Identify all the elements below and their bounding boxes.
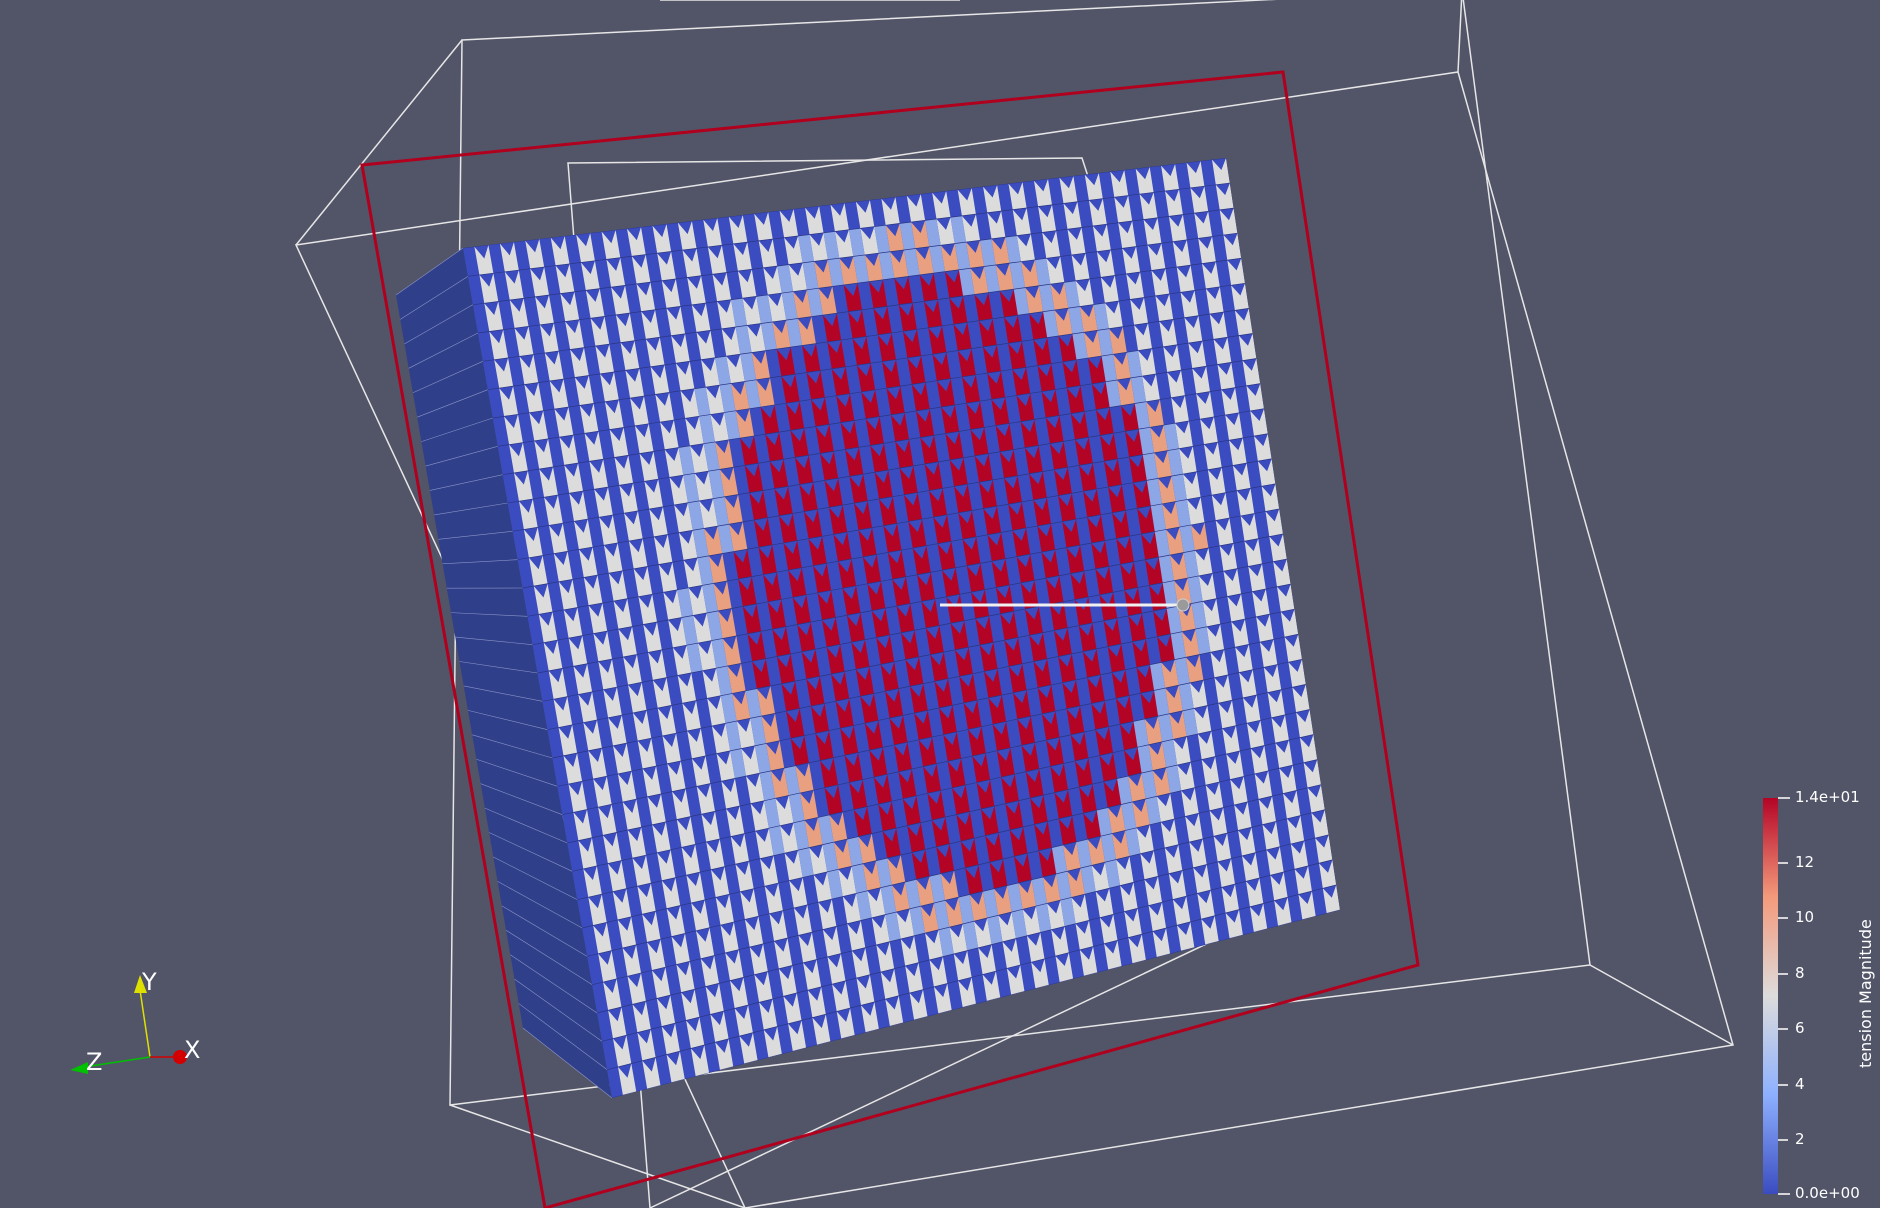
render-viewport[interactable] <box>0 0 1880 1208</box>
colorbar-tick-12: 12 <box>1795 853 1815 871</box>
colorbar-title: tension Magnitude <box>1856 919 1875 1068</box>
colorbar-gradient[interactable] <box>1763 798 1778 1194</box>
colorbar-tick-6: 6 <box>1795 1019 1805 1037</box>
probe-handle[interactable] <box>1176 598 1190 612</box>
z-axis-label: Z <box>86 1048 103 1076</box>
y-axis-label: Y <box>142 968 157 996</box>
colorbar-tick-2: 2 <box>1795 1130 1805 1148</box>
colorbar-tick-10: 10 <box>1795 908 1815 926</box>
colorbar-max-label: 1.4e+01 <box>1795 788 1860 806</box>
colorbar-tick-8: 8 <box>1795 964 1805 982</box>
colorbar-min-label: 0.0e+00 <box>1795 1184 1860 1202</box>
y-axis-line <box>139 989 151 1058</box>
x-axis-label: X <box>184 1036 201 1064</box>
colorbar-tick-4: 4 <box>1795 1075 1805 1093</box>
colorbar-ticks <box>1778 797 1790 1195</box>
